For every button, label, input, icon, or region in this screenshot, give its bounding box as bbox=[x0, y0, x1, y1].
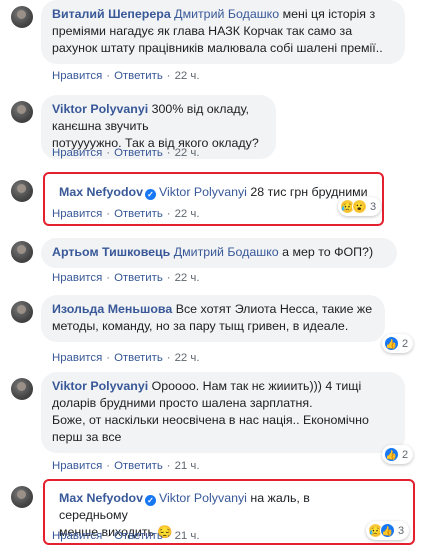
avatar[interactable] bbox=[11, 241, 33, 263]
reply-link[interactable]: Ответить bbox=[114, 147, 163, 159]
comment-actions: Нравится · Ответить · 22 ч. bbox=[52, 352, 200, 364]
comment-actions: Нравится · Ответить · 21 ч. bbox=[52, 530, 200, 542]
comment-mention[interactable]: Дмитрий Бодашко bbox=[174, 7, 279, 21]
comment-mention[interactable]: Viktor Polyvanyi bbox=[159, 491, 247, 505]
avatar[interactable] bbox=[11, 101, 33, 123]
reply-link[interactable]: Ответить bbox=[114, 352, 163, 364]
verified-badge-icon: ✓ bbox=[145, 495, 156, 506]
comment-author[interactable]: Изольда Меньшова bbox=[52, 302, 172, 316]
comment-actions: Нравится · Ответить · 22 ч. bbox=[52, 147, 200, 159]
comment-actions: Нравится · Ответить · 21 ч. bbox=[52, 460, 200, 472]
comment-author[interactable]: Виталий Шеперера bbox=[52, 7, 171, 21]
reaction-count: 2 bbox=[402, 448, 409, 461]
comment-author[interactable]: Viktor Polyvanyi bbox=[52, 102, 148, 116]
comment-time[interactable]: 22 ч. bbox=[175, 272, 200, 284]
comment-author[interactable]: Max Nefyodov bbox=[59, 185, 143, 199]
comment-author[interactable]: Viktor Polyvanyi bbox=[52, 379, 148, 393]
reaction-count: 3 bbox=[398, 524, 405, 537]
like-link[interactable]: Нравится bbox=[52, 272, 102, 284]
comment-time[interactable]: 22 ч. bbox=[175, 208, 200, 220]
comment-text: доларів брудними просто шалена зарплатня… bbox=[52, 396, 313, 410]
comment-text: методы, команду, но за пару тыщ гривен, … bbox=[52, 319, 349, 333]
comment-bubble: Max Nefyodov ✓ Viktor Polyvanyi 28 тис грн… bbox=[48, 178, 383, 208]
comment-bubble: Виталий Шеперера Дмитрий Бодашко мені ця… bbox=[41, 0, 405, 64]
comment-time[interactable]: 21 ч. bbox=[175, 460, 200, 472]
reaction-count: 3 bbox=[370, 200, 377, 213]
reply-link[interactable]: Ответить bbox=[114, 208, 163, 220]
comment-author[interactable]: Max Nefyodov bbox=[59, 491, 143, 505]
reaction-summary[interactable]: 😥 😮 3 bbox=[338, 197, 382, 216]
avatar[interactable] bbox=[11, 486, 33, 508]
comment-mention[interactable]: Дмитрий Бодашко bbox=[174, 245, 279, 259]
comment-text: Все хотят Элиота Несса, такие же bbox=[175, 302, 373, 316]
comment-mention[interactable]: Viktor Polyvanyi bbox=[159, 185, 247, 199]
comment-text: рахунок штату працівників малювала собі … bbox=[52, 41, 383, 55]
reaction-summary[interactable]: 😥 👍 3 bbox=[366, 521, 410, 540]
like-icon: 👍 bbox=[380, 523, 395, 538]
wow-icon: 😮 bbox=[352, 199, 367, 214]
comment-bubble: Изольда Меньшова Все хотят Элиота Несса,… bbox=[41, 295, 385, 342]
reply-link[interactable]: Ответить bbox=[114, 70, 163, 82]
comment-text: Ороооо. Нам так нє жииить))) 4 тищі bbox=[151, 379, 362, 393]
verified-badge-icon: ✓ bbox=[145, 189, 156, 200]
reply-link[interactable]: Ответить bbox=[114, 272, 163, 284]
like-link[interactable]: Нравится bbox=[52, 147, 102, 159]
like-link[interactable]: Нравится bbox=[52, 460, 102, 472]
like-link[interactable]: Нравится bbox=[52, 208, 102, 220]
reaction-count: 2 bbox=[402, 337, 409, 350]
comment-time[interactable]: 22 ч. bbox=[175, 147, 200, 159]
like-link[interactable]: Нравится bbox=[52, 352, 102, 364]
comment-actions: Нравится · Ответить · 22 ч. bbox=[52, 272, 200, 284]
comment-text: мені ця історія з bbox=[282, 7, 376, 21]
comment-actions: Нравится · Ответить · 22 ч. bbox=[52, 208, 200, 220]
reply-link[interactable]: Ответить bbox=[114, 530, 163, 542]
avatar[interactable] bbox=[11, 180, 33, 202]
like-icon: 👍 bbox=[384, 447, 399, 462]
like-icon: 👍 bbox=[384, 336, 399, 351]
like-link[interactable]: Нравится bbox=[52, 70, 102, 82]
comment-text: перш за все bbox=[52, 430, 122, 444]
comment-actions: Нравится · Ответить · 22 ч. bbox=[52, 70, 200, 82]
comment-text: Боже, от наскільки неосвічена в нас наці… bbox=[52, 413, 369, 427]
comment-time[interactable]: 22 ч. bbox=[175, 70, 200, 82]
comment-text: преміями нагадує як глава НАЗК Корчак та… bbox=[52, 24, 353, 38]
comment-author[interactable]: Артьом Тишковець bbox=[52, 245, 170, 259]
comment-time[interactable]: 21 ч. bbox=[175, 530, 200, 542]
avatar[interactable] bbox=[11, 301, 33, 323]
avatar[interactable] bbox=[11, 378, 33, 400]
reply-link[interactable]: Ответить bbox=[114, 460, 163, 472]
reaction-summary[interactable]: 👍 2 bbox=[382, 334, 414, 353]
reaction-summary[interactable]: 👍 2 bbox=[382, 445, 414, 464]
like-link[interactable]: Нравится bbox=[52, 530, 102, 542]
comment-time[interactable]: 22 ч. bbox=[175, 352, 200, 364]
comment-bubble: Артьом Тишковець Дмитрий Бодашко а мер т… bbox=[41, 238, 397, 268]
avatar[interactable] bbox=[11, 6, 33, 28]
comment-text: а мер то ФОП?) bbox=[282, 245, 374, 259]
comment-bubble: Viktor Polyvanyi Ороооо. Нам так нє жиии… bbox=[41, 372, 405, 453]
